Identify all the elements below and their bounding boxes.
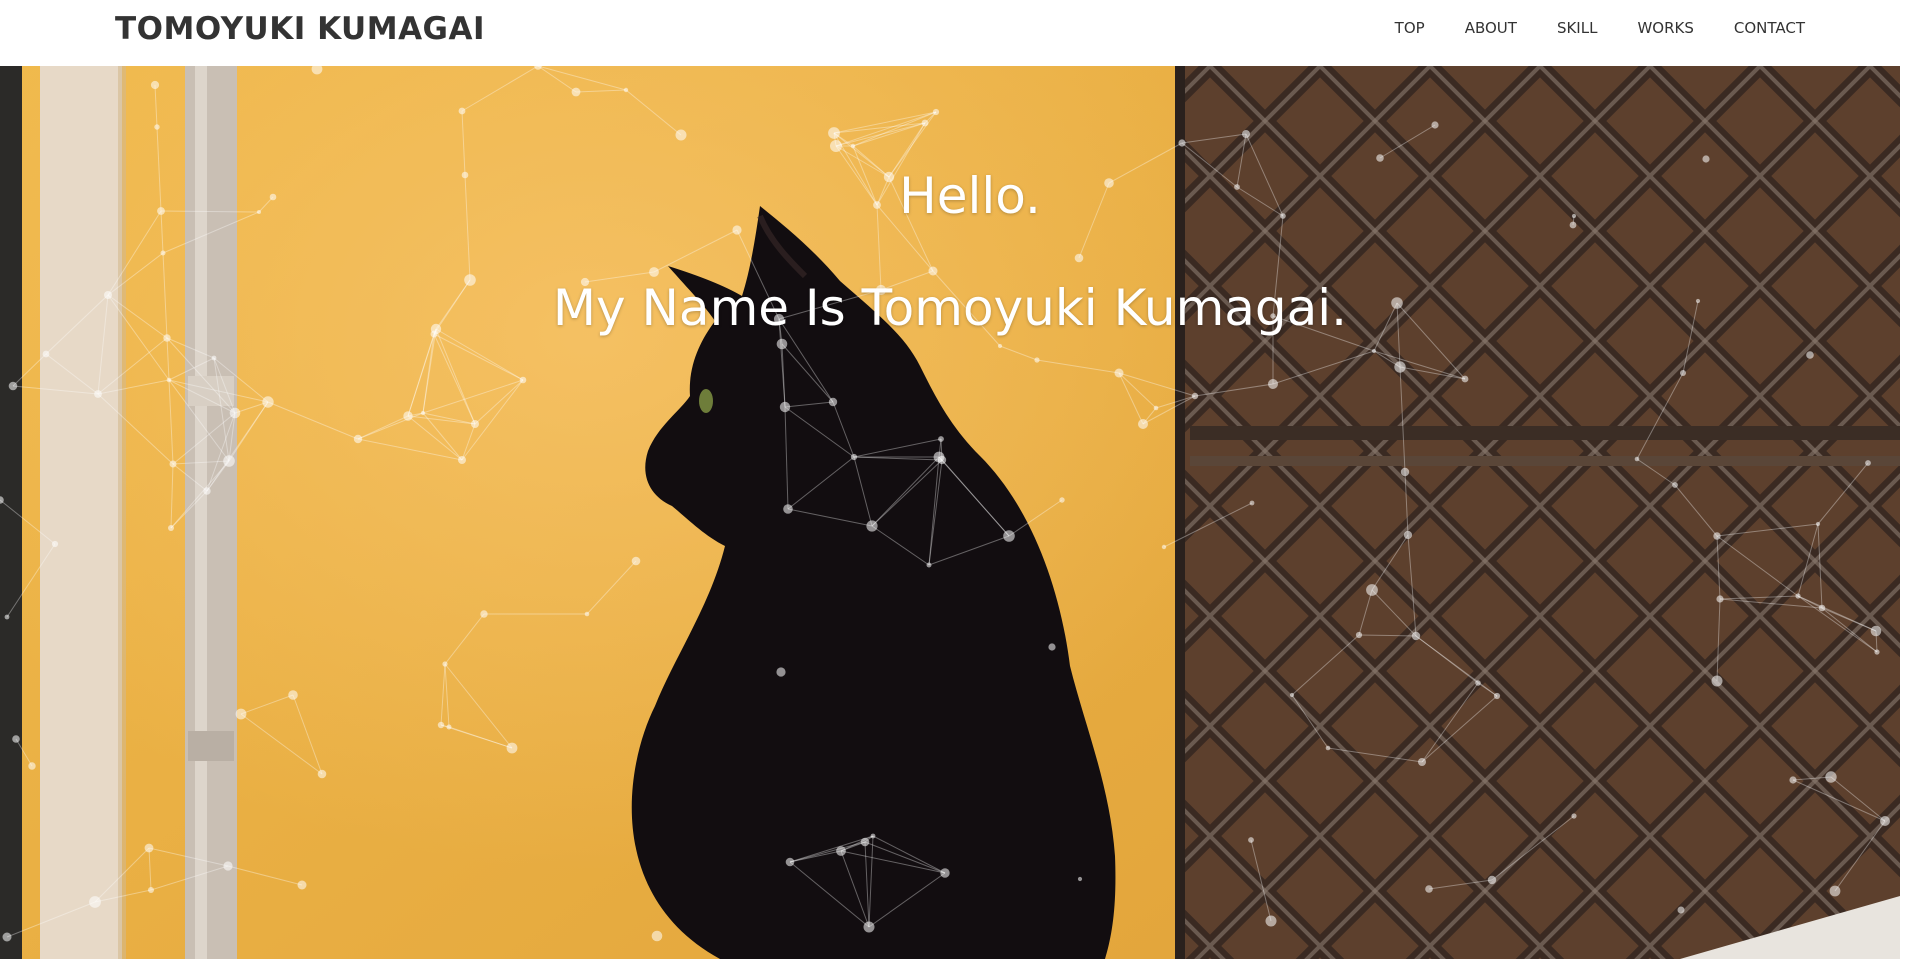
hero-intro: My Name Is Tomoyuki Kumagai. [552,279,1348,337]
site-logo[interactable]: TOMOYUKI KUMAGAI [115,10,485,48]
hero-section: Hello. My Name Is Tomoyuki Kumagai. [0,66,1900,959]
hero-greeting: Hello. [899,167,1041,225]
page-scrollbar[interactable] [1900,0,1920,959]
main-nav: TOP ABOUT SKILL WORKS CONTACT [1395,18,1805,38]
nav-item-works[interactable]: WORKS [1637,18,1693,38]
nav-item-skill[interactable]: SKILL [1557,18,1598,38]
nav-item-top[interactable]: TOP [1395,18,1425,38]
nav-item-contact[interactable]: CONTACT [1734,18,1805,38]
nav-item-about[interactable]: ABOUT [1465,18,1517,38]
site-header: TOMOYUKI KUMAGAI TOP ABOUT SKILL WORKS C… [0,0,1900,66]
